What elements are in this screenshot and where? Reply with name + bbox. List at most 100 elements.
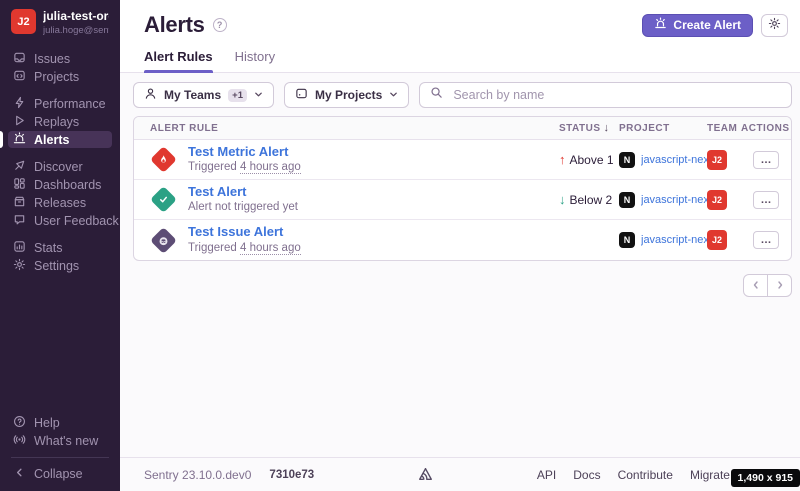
sort-desc-icon: ↓	[604, 122, 610, 134]
row-actions-button[interactable]: …	[753, 151, 779, 169]
alert-rules-table: ALERT RULE STATUS ↓ PROJECT TEAM ACTIONS	[133, 116, 792, 261]
org-avatar[interactable]: J2	[11, 9, 36, 34]
project-cell: N javascript-nextjs	[619, 232, 707, 248]
search-box[interactable]	[419, 82, 792, 108]
sidebar-item-label: Settings	[34, 259, 79, 273]
page-header: Alerts ? Create Alert Alert Rules Histor…	[120, 0, 800, 73]
sidebar-gap	[0, 86, 120, 95]
tab-alert-rules[interactable]: Alert Rules	[144, 49, 213, 72]
relative-time[interactable]: 4 hours ago	[240, 242, 301, 255]
sidebar-item-alerts[interactable]: Alerts	[8, 131, 112, 148]
alerts-settings-button[interactable]	[761, 14, 788, 37]
sidebar-item-label: What's new	[34, 434, 98, 448]
status-cell: ↓ Below 2	[559, 192, 619, 207]
search-input[interactable]	[451, 87, 781, 103]
team-cell: J2	[707, 190, 741, 210]
row-actions-button[interactable]: …	[753, 231, 779, 249]
sidebar-gap	[0, 149, 120, 158]
sidebar-item-performance[interactable]: Performance	[8, 95, 112, 112]
alert-rule-link[interactable]: Test Alert	[188, 184, 298, 200]
next-page-button[interactable]	[767, 274, 792, 297]
team-cell: J2	[707, 150, 741, 170]
table-row: Test Metric Alert Triggered 4 hours ago …	[134, 140, 791, 180]
team-avatar[interactable]: J2	[707, 150, 727, 170]
nextjs-platform-icon: N	[619, 152, 635, 168]
column-header-status[interactable]: STATUS ↓	[559, 122, 619, 134]
row-actions-button[interactable]: …	[753, 191, 779, 209]
chevron-left-icon	[13, 466, 26, 482]
project-icon	[295, 87, 308, 103]
alert-name-block: Test Alert Alert not triggered yet	[188, 184, 298, 215]
arrow-up-icon: ↑	[559, 152, 566, 167]
sidebar-item-user-feedback[interactable]: User Feedback	[8, 212, 112, 229]
table-row: Test Alert Alert not triggered yet ↓ Bel…	[134, 180, 791, 220]
sidebar: J2 julia-test-org-2 … julia.hoge@sentry.…	[0, 0, 120, 491]
help-icon	[13, 415, 26, 431]
footer-link-contribute[interactable]: Contribute	[618, 468, 673, 482]
resolution-badge: 1,490 x 915	[731, 469, 800, 487]
tab-history[interactable]: History	[235, 49, 275, 72]
team-cell: J2	[707, 230, 741, 250]
alert-rule-link[interactable]: Test Issue Alert	[188, 224, 301, 240]
tab-bar: Alert Rules History	[120, 49, 800, 73]
sidebar-item-dashboards[interactable]: Dashboards	[8, 176, 112, 193]
sidebar-nav: Issues Projects Performance Replays Aler…	[0, 50, 120, 275]
alert-resolved-icon	[150, 186, 177, 213]
teams-filter-dropdown[interactable]: My Teams +1	[133, 82, 274, 108]
issue-alert-icon	[150, 227, 177, 254]
build-hash[interactable]: 7310e73	[269, 469, 314, 481]
alert-name-block: Test Issue Alert Triggered 4 hours ago	[188, 224, 301, 255]
replays-icon	[13, 114, 26, 130]
sidebar-item-releases[interactable]: Releases	[8, 194, 112, 211]
projects-filter-dropdown[interactable]: My Projects	[284, 82, 409, 108]
previous-page-button[interactable]	[743, 274, 768, 297]
actions-cell: …	[741, 151, 791, 169]
issues-icon	[13, 51, 26, 67]
app-window: J2 julia-test-org-2 … julia.hoge@sentry.…	[0, 0, 800, 491]
sidebar-item-label: User Feedback	[34, 214, 119, 228]
sidebar-gap	[0, 230, 120, 239]
create-alert-button[interactable]: Create Alert	[642, 14, 753, 37]
sidebar-item-label: Stats	[34, 241, 63, 255]
page-footer: Sentry 23.10.0.dev0 7310e73 API Docs Con…	[120, 457, 800, 491]
sidebar-item-label: Releases	[34, 196, 86, 210]
sidebar-bottom: Help What's new Collapse	[0, 414, 120, 483]
alert-name-block: Test Metric Alert Triggered 4 hours ago	[188, 144, 301, 175]
alert-rule-detail: Triggered 4 hours ago	[188, 160, 301, 175]
page-title: Alerts	[144, 12, 205, 38]
sidebar-item-issues[interactable]: Issues	[8, 50, 112, 67]
org-switcher[interactable]: J2 julia-test-org-2 … julia.hoge@sentry.…	[0, 9, 120, 37]
releases-icon	[13, 195, 26, 211]
org-meta: julia-test-org-2 … julia.hoge@sentry.io	[43, 9, 109, 37]
create-alert-label: Create Alert	[673, 18, 741, 32]
sidebar-collapse-button[interactable]: Collapse	[8, 465, 112, 482]
sidebar-item-discover[interactable]: Discover	[8, 158, 112, 175]
relative-time[interactable]: 4 hours ago	[240, 161, 301, 174]
filter-bar: My Teams +1 My Projects	[133, 82, 792, 108]
sidebar-item-stats[interactable]: Stats	[8, 239, 112, 256]
sidebar-item-label: Alerts	[34, 133, 69, 147]
project-link[interactable]: javascript-nextjs	[641, 234, 707, 246]
sidebar-item-whats-new[interactable]: What's new	[8, 432, 112, 449]
performance-icon	[13, 96, 26, 112]
team-avatar[interactable]: J2	[707, 230, 727, 250]
footer-link-docs[interactable]: Docs	[573, 468, 600, 482]
project-link[interactable]: javascript-nextjs	[641, 154, 707, 166]
sidebar-item-projects[interactable]: Projects	[8, 68, 112, 85]
search-icon	[430, 86, 443, 104]
org-email: julia.hoge@sentry.io	[43, 24, 109, 37]
sidebar-item-label: Replays	[34, 115, 79, 129]
team-avatar[interactable]: J2	[707, 190, 727, 210]
page-help-icon[interactable]: ?	[213, 18, 227, 32]
footer-link-api[interactable]: API	[537, 468, 556, 482]
user-feedback-icon	[13, 213, 26, 229]
sidebar-item-help[interactable]: Help	[8, 414, 112, 431]
project-link[interactable]: javascript-nextjs	[641, 194, 707, 206]
table-row: Test Issue Alert Triggered 4 hours ago N…	[134, 220, 791, 260]
sidebar-item-settings[interactable]: Settings	[8, 257, 112, 274]
alert-rule-link[interactable]: Test Metric Alert	[188, 144, 301, 160]
sidebar-item-replays[interactable]: Replays	[8, 113, 112, 130]
sidebar-item-label: Performance	[34, 97, 106, 111]
gear-icon	[768, 17, 781, 33]
broadcast-icon	[13, 433, 26, 449]
